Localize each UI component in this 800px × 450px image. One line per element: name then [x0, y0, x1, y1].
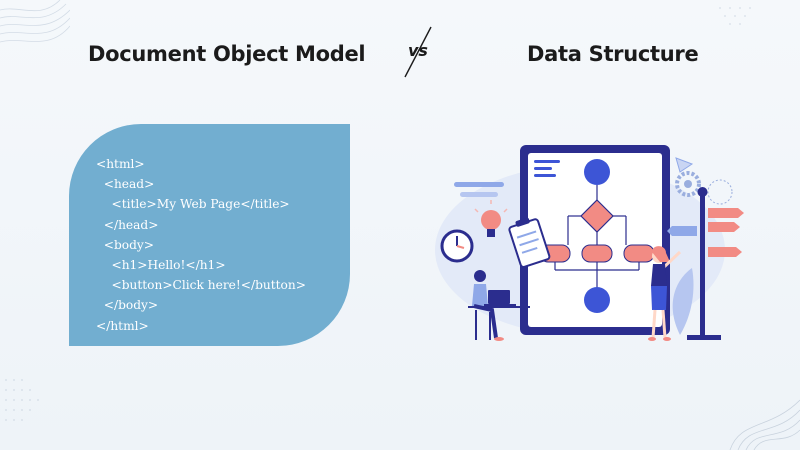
- code-line: <head>: [96, 177, 155, 192]
- decorative-dots-top-right: [719, 7, 751, 25]
- code-line: <button>Click here!</button>: [96, 278, 306, 293]
- decor-bar: [460, 192, 498, 197]
- paper-plane-icon: [675, 157, 694, 173]
- code-line: <title>My Web Page</title>: [96, 197, 290, 212]
- html-code-block: <html> <head> <title>My Web Page</title>…: [96, 154, 306, 336]
- decorative-dots-bottom-left: [5, 379, 39, 421]
- decorative-swirl-top-left: [0, 0, 70, 43]
- clock-icon: [440, 229, 474, 263]
- flowchart-illustration: [435, 145, 744, 341]
- vs-divider: vs: [400, 26, 440, 78]
- vs-label: vs: [408, 41, 428, 60]
- html-code-card: <html> <head> <title>My Web Page</title>…: [69, 124, 350, 346]
- code-line: </head>: [96, 217, 159, 232]
- page-title-right: Data Structure: [527, 42, 699, 66]
- code-line: <html>: [96, 157, 145, 171]
- page-title-left: Document Object Model: [88, 42, 366, 66]
- gear-icon: [707, 179, 733, 205]
- code-line: </html>: [96, 318, 149, 333]
- code-line: <h1>Hello!</h1>: [96, 258, 226, 273]
- code-line: <body>: [96, 237, 154, 252]
- code-line: </body>: [96, 298, 159, 313]
- gear-icon: [675, 171, 701, 197]
- decorative-swirl-bottom-right: [729, 399, 800, 450]
- decor-bar: [454, 182, 504, 187]
